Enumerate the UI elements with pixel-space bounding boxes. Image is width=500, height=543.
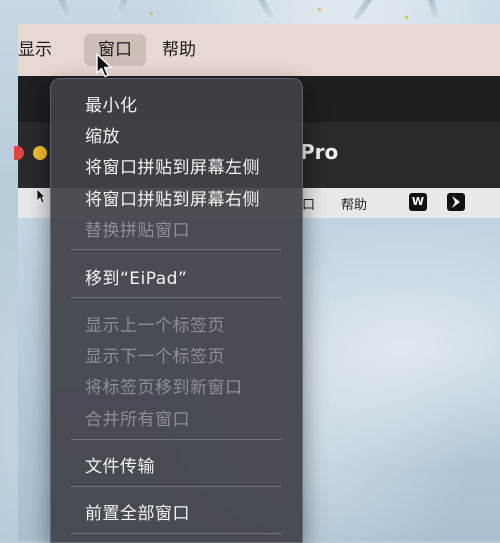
app-menu-help[interactable]: 帮助 [341, 194, 367, 213]
menu-item-replace-tile: 替换拼贴窗口 [85, 221, 190, 241]
system-menubar: 显示 窗口 帮助 [18, 24, 500, 76]
wps-icon[interactable]: W [409, 193, 427, 211]
menu-item-zoom[interactable]: 缩放 [85, 122, 120, 147]
menu-item-bring-all-front[interactable]: 前置全部窗口 [85, 499, 190, 524]
wallpaper-dot [405, 16, 408, 19]
app-window-title: Pro [300, 140, 339, 164]
mouse-cursor-icon [96, 53, 112, 78]
arrow-logo-icon [452, 196, 460, 208]
minimize-button[interactable] [33, 146, 47, 160]
window-menu-dropdown: 最小化 缩放 将窗口拼贴到屏幕左侧 将窗口拼贴到屏幕右侧 替换拼贴窗口 移到“E… [50, 78, 303, 543]
menu-item-move-to-eipad[interactable]: 移到“EiPad” [85, 264, 187, 289]
menu-display[interactable]: 显示 [18, 34, 66, 66]
menu-help[interactable]: 帮助 [148, 34, 210, 66]
menu-separator [71, 249, 282, 250]
menu-item-previous-tab: 显示上一个标签页 [85, 316, 225, 336]
menu-item-minimize[interactable]: 最小化 [85, 91, 138, 116]
menu-separator [71, 533, 282, 534]
app-menu-window[interactable]: 口 [302, 194, 315, 213]
menu-item-next-tab: 显示下一个标签页 [85, 347, 225, 367]
pointer-icon [36, 188, 46, 204]
menu-separator [71, 297, 282, 298]
menu-window[interactable]: 窗口 [84, 34, 146, 66]
menu-separator [71, 486, 282, 487]
wallpaper-dot [150, 12, 153, 15]
menu-separator [71, 439, 282, 440]
menu-item-file-transfer[interactable]: 文件传输 [85, 452, 155, 477]
menu-item-tile-right[interactable]: 将窗口拼贴到屏幕右侧 [85, 185, 260, 210]
menu-item-move-tab-new-window: 将标签页移到新窗口 [85, 378, 243, 398]
wallpaper-dot [318, 8, 321, 11]
app-icon[interactable] [447, 193, 465, 211]
menu-item-tile-left[interactable]: 将窗口拼贴到屏幕左侧 [85, 153, 260, 178]
menu-item-merge-windows: 合并所有窗口 [85, 410, 190, 430]
